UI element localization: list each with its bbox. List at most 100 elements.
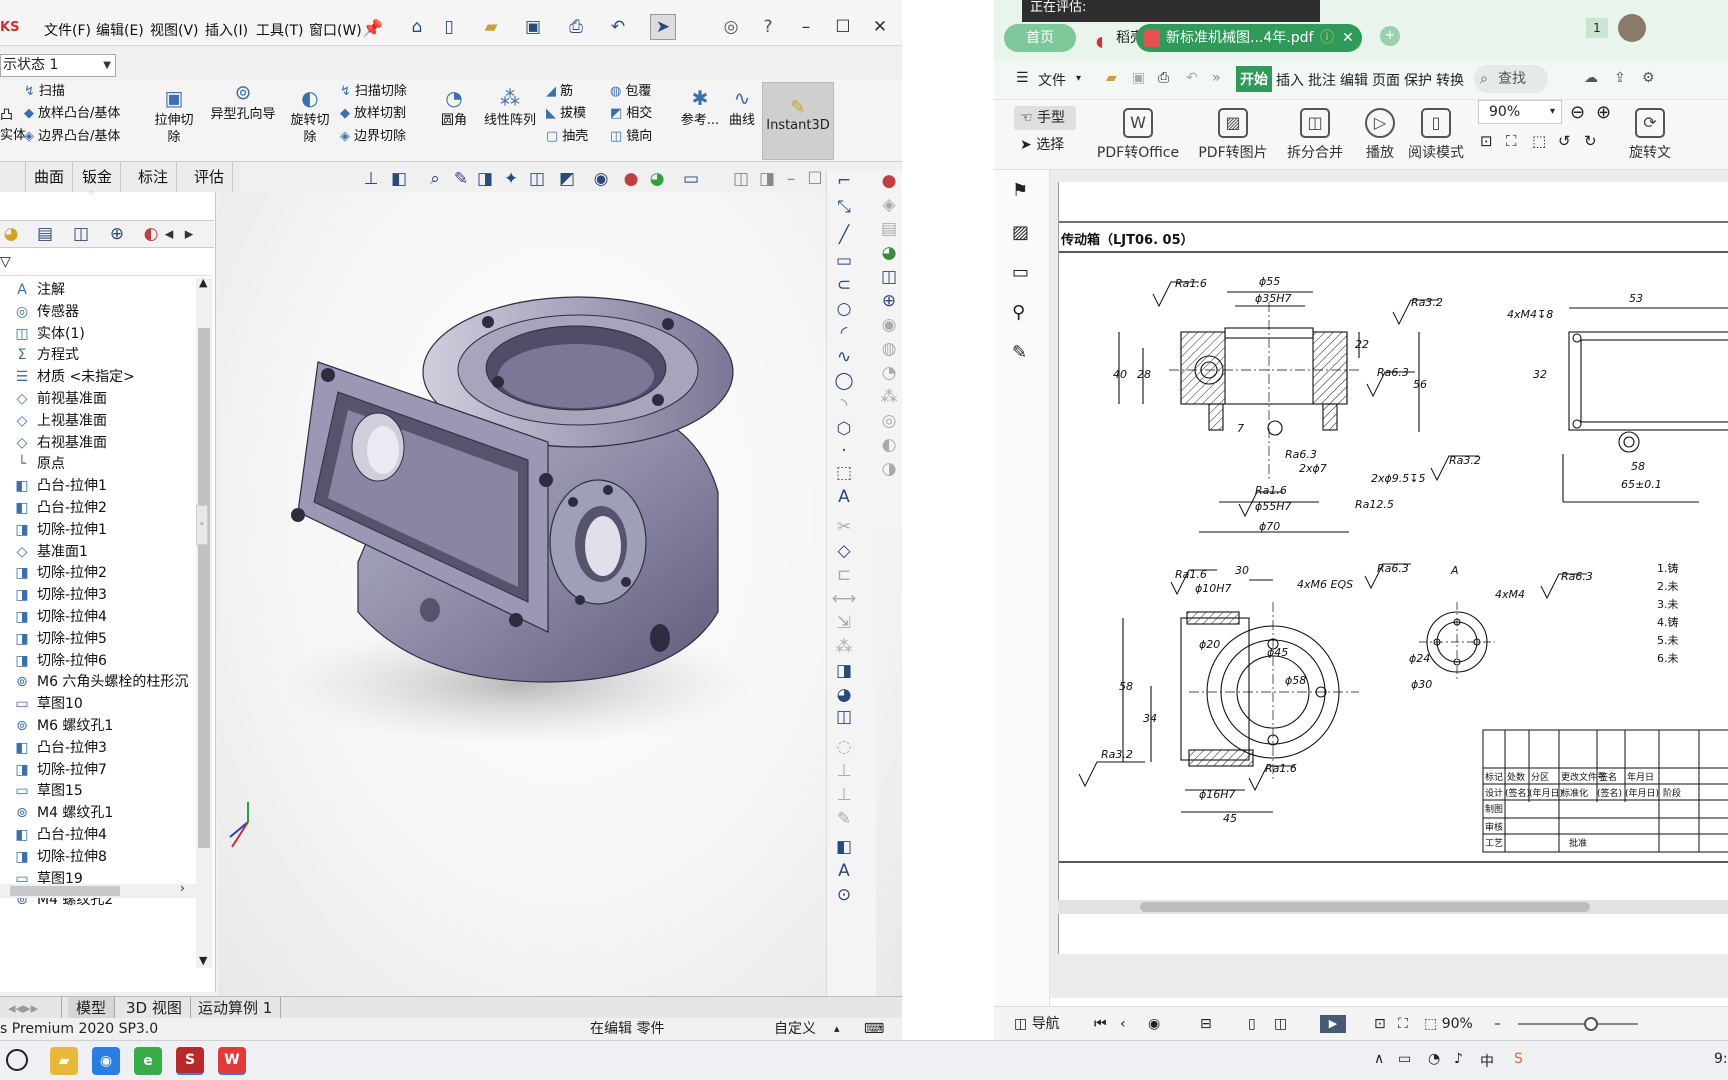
shell-button[interactable]: ▢ 抽壳 bbox=[546, 125, 588, 144]
view-walk-icon[interactable]: ◔ bbox=[878, 362, 900, 384]
split-merge-button[interactable]: ◫ 拆分合并 bbox=[1278, 108, 1352, 162]
tab-surfaces[interactable]: 曲面 bbox=[26, 162, 74, 192]
check-sketch-icon[interactable]: ✎ bbox=[833, 808, 855, 830]
view-scene-icon[interactable]: ◕ bbox=[878, 242, 900, 264]
search-button[interactable]: ⌕ 查找 bbox=[1474, 65, 1548, 93]
clock-time[interactable]: 9: bbox=[1714, 1051, 1728, 1067]
hole-callout-icon[interactable]: ⊙ bbox=[833, 884, 855, 906]
tree-item[interactable]: ◨ 切除-拉伸1 bbox=[0, 518, 107, 542]
tree-item[interactable]: ◨ 切除-拉伸7 bbox=[0, 758, 107, 782]
tree-item[interactable]: ◧ 凸台-拉伸4 bbox=[0, 823, 107, 847]
view-light-icon[interactable]: ◉ bbox=[878, 314, 900, 336]
new-document-icon[interactable]: ▯ bbox=[438, 16, 460, 38]
sketch-3d-icon[interactable]: ◨ bbox=[833, 660, 855, 682]
wps-menu-edit[interactable]: 编辑 bbox=[1340, 70, 1368, 90]
view-render-icon[interactable]: ◍ bbox=[878, 338, 900, 360]
view-motion-icon[interactable]: ⁂ bbox=[878, 386, 900, 408]
h-scroll-thumb[interactable] bbox=[10, 886, 120, 896]
tree-item[interactable]: ◨ 切除-拉伸5 bbox=[0, 627, 107, 651]
actual-size-status-icon[interactable]: ⊡ bbox=[1374, 1007, 1386, 1040]
play-slideshow-icon[interactable]: ▶ bbox=[1320, 1015, 1346, 1033]
solidworks-taskbar-icon[interactable]: S bbox=[176, 1047, 204, 1075]
zoom-status[interactable]: ⬚ 90% bbox=[1424, 1007, 1473, 1040]
scroll-up-icon[interactable]: ▲ bbox=[199, 276, 207, 289]
scroll-thumb[interactable] bbox=[198, 328, 210, 848]
tree-item[interactable]: ⊚ M4 螺纹孔1 bbox=[0, 801, 113, 825]
actual-size-icon[interactable]: ⊡ bbox=[1480, 132, 1493, 150]
ribbon-partial-2[interactable]: 实体 bbox=[0, 124, 26, 143]
status-units[interactable]: 自定义 bbox=[774, 1018, 816, 1040]
wps-menu-file[interactable]: 文件 bbox=[1038, 70, 1066, 90]
viewport-restore-icon[interactable]: ◫ bbox=[730, 168, 752, 190]
wrap-button[interactable]: ◍ 包覆 bbox=[610, 80, 651, 99]
wifi-icon[interactable]: ◔ bbox=[1428, 1051, 1440, 1067]
convert-entities-icon[interactable]: ◇ bbox=[833, 540, 855, 562]
mirror-sketch-icon[interactable]: ⟷ bbox=[832, 588, 856, 610]
loft-boss-button[interactable]: ◆ 放样凸台/基体 bbox=[24, 102, 120, 121]
intersect-button[interactable]: ◩ 相交 bbox=[610, 102, 652, 121]
menu-view[interactable]: 视图(V) bbox=[150, 20, 199, 40]
wps-undo-icon[interactable]: ↶ bbox=[1186, 70, 1198, 86]
save-icon[interactable]: ▣ bbox=[522, 16, 544, 38]
tree-item[interactable]: ◇ 基准面1 bbox=[0, 540, 88, 564]
window-count-badge[interactable]: 1 bbox=[1586, 18, 1608, 38]
menu-tools[interactable]: 工具(T) bbox=[256, 20, 303, 40]
tree-h-scrollbar[interactable]: › bbox=[0, 881, 196, 898]
print-icon[interactable]: ⎙ bbox=[565, 16, 587, 38]
avatar[interactable] bbox=[1618, 14, 1646, 42]
extrude-cut-button[interactable]: ▣ 拉伸切除 bbox=[154, 86, 194, 146]
minimize-icon[interactable]: – bbox=[795, 16, 817, 38]
view-record-icon[interactable]: ◎ bbox=[878, 410, 900, 432]
sketch-picture-icon[interactable]: ◕ bbox=[833, 684, 855, 706]
menu-window[interactable]: 窗口(W) bbox=[309, 20, 362, 40]
circle-icon[interactable]: ○ bbox=[833, 298, 855, 320]
cloud-sync-icon[interactable]: ☁ bbox=[1584, 70, 1598, 86]
reading-mode-button[interactable]: ▯ 阅读模式 bbox=[1406, 108, 1466, 162]
tab-home[interactable]: 首页 bbox=[1004, 24, 1076, 52]
tree-item[interactable]: └ 原点 bbox=[0, 452, 65, 476]
dynamic-annotation-icon[interactable]: ✦ bbox=[500, 168, 522, 190]
undo-icon[interactable]: ↶ bbox=[607, 16, 629, 38]
ribbon-partial-1[interactable]: 凸 bbox=[0, 104, 13, 123]
ellipse-icon[interactable]: ◯ bbox=[833, 370, 855, 392]
signature-icon[interactable]: ✎ bbox=[1012, 342, 1027, 363]
file-chevron-icon[interactable]: ▾ bbox=[1076, 73, 1081, 84]
fit-page-status-icon[interactable]: ⛶ bbox=[1398, 1007, 1408, 1040]
tree-scrollbar[interactable]: ▲ ▼ bbox=[196, 276, 212, 968]
select-tool-button[interactable]: ➤ 选择 bbox=[1020, 134, 1064, 154]
close-icon[interactable]: ✕ bbox=[869, 16, 891, 38]
configuration-select[interactable]: 示状态 1 ▼ bbox=[0, 54, 116, 77]
zoom-slider[interactable] bbox=[1518, 1017, 1638, 1031]
select-pointer-icon[interactable]: ➤ bbox=[650, 14, 676, 40]
tab-pdf-document[interactable]: 新标准机械图...4年.pdf ⓘ ✕ bbox=[1136, 24, 1362, 52]
pdf-to-image-button[interactable]: ▨ PDF转图片 bbox=[1192, 108, 1274, 162]
appearance-icon[interactable]: ● bbox=[620, 168, 642, 190]
tree-item[interactable]: ◨ 切除-拉伸8 bbox=[0, 845, 107, 869]
thumbnail-icon[interactable]: ▨ bbox=[1012, 222, 1029, 243]
text-icon[interactable]: A bbox=[833, 486, 855, 508]
scroll-mode-icon[interactable]: ⊟ bbox=[1200, 1007, 1212, 1040]
tree-item[interactable]: ◨ 切除-拉伸6 bbox=[0, 649, 107, 673]
warning-icon[interactable]: ⓘ bbox=[1320, 24, 1334, 52]
tree-item[interactable]: ◇ 前视基准面 bbox=[0, 387, 107, 411]
zoom-out-icon[interactable]: ⊖ bbox=[1570, 102, 1585, 123]
status-settings-icon[interactable]: ⌨ bbox=[864, 1018, 884, 1040]
help-icon[interactable]: ? bbox=[757, 16, 779, 38]
tab-annotation[interactable]: 标注 bbox=[130, 162, 178, 192]
tab-close-icon[interactable]: ✕ bbox=[1342, 24, 1354, 52]
zoom-fit-icon[interactable]: ⌕ bbox=[424, 168, 446, 190]
nav-button[interactable]: ◫ 导航 bbox=[1014, 1007, 1060, 1040]
double-page-icon[interactable]: ◫ bbox=[1274, 1007, 1287, 1040]
attachment-icon[interactable]: ⚲ bbox=[1012, 302, 1025, 323]
appearance-tab-icon[interactable]: ◕ bbox=[0, 223, 22, 245]
tree-item[interactable]: ☰ 材质 <未指定> bbox=[0, 365, 135, 389]
share-icon[interactable]: ⇪ bbox=[1614, 70, 1626, 86]
fillet-sketch-icon[interactable]: ◝ bbox=[833, 394, 855, 416]
first-page-icon[interactable]: ⏮ bbox=[1094, 1007, 1107, 1040]
property-manager-tab-icon[interactable]: ◫ bbox=[70, 223, 92, 245]
search-taskbar-icon[interactable] bbox=[6, 1049, 28, 1071]
play-button[interactable]: ▷ 播放 bbox=[1360, 108, 1400, 162]
view-camera-icon[interactable]: ⊕ bbox=[878, 290, 900, 312]
rectangle-icon[interactable]: ▭ bbox=[833, 250, 855, 272]
loft-cut-button[interactable]: ◆ 放样切割 bbox=[340, 102, 406, 121]
